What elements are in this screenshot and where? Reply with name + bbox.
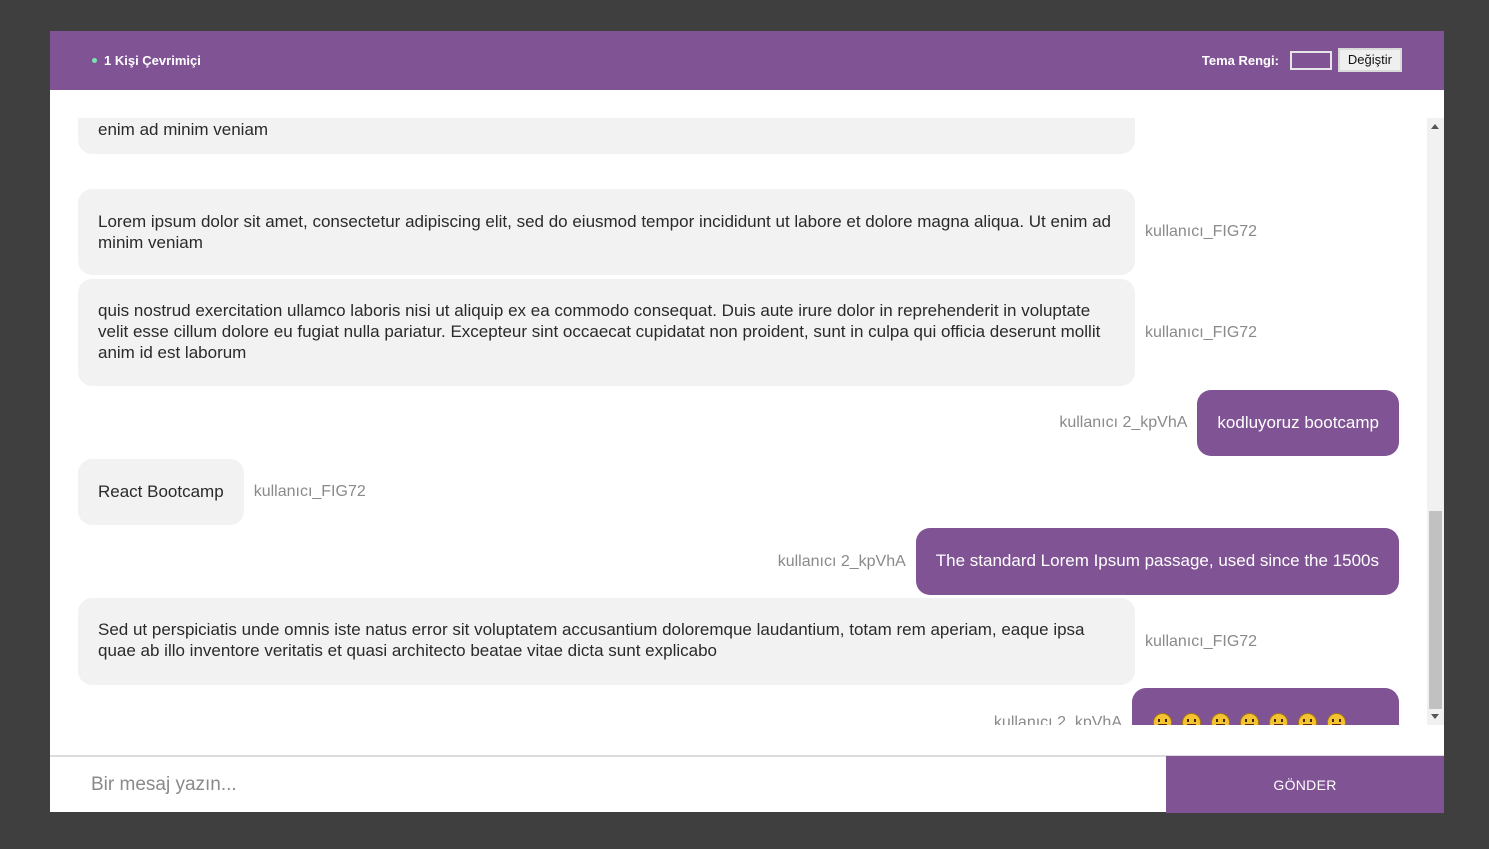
message-text: React Bootcamp — [98, 482, 224, 501]
message-username: kullanıcı_FIG72 — [253, 483, 366, 500]
chat-header: 1 Kişi Çevrimiçi Tema Rengi: Değiştir — [50, 31, 1444, 90]
joy-face-icon — [1327, 712, 1346, 725]
message-list[interactable]: enim ad minim veniam Lorem ipsum dolor s… — [50, 118, 1427, 725]
message-row: kullanıcı 2_kpVhA The standard Lorem Ips… — [778, 528, 1399, 595]
scroll-up-arrow-icon[interactable] — [1431, 124, 1439, 129]
message-input[interactable] — [50, 757, 1166, 812]
message-username: kullanıcı_FIG72 — [1145, 223, 1258, 240]
message-row: kullanıcı 2_kpVhA kodluyoruz bootcamp — [1059, 390, 1399, 456]
message-username: kullanıcı_FIG72 — [1145, 323, 1258, 341]
message-bubble: React Bootcamp — [78, 459, 244, 525]
sweat-smile-face-icon — [1298, 712, 1317, 725]
grinning-face-icon — [1153, 712, 1172, 725]
message-row: Sed ut perspiciatis unde omnis iste natu… — [78, 598, 1257, 685]
message-username: kullanıcı_FIG72 — [1145, 632, 1258, 650]
message-row: Lorem ipsum dolor sit amet, consectetur … — [78, 189, 1257, 275]
laughing-face-icon — [1269, 712, 1288, 725]
message-composer: GÖNDER — [50, 755, 1444, 813]
message-row: React Bootcamp kullanıcı_FIG72 — [78, 459, 366, 525]
smiley-face-icon — [1182, 712, 1201, 725]
message-text: enim ad minim veniam — [98, 120, 269, 139]
online-count-text: 1 Kişi Çevrimiçi — [104, 53, 201, 68]
send-button[interactable]: GÖNDER — [1166, 756, 1444, 813]
grin-face-icon — [1240, 712, 1259, 725]
message-text: Sed ut perspiciatis unde omnis iste natu… — [98, 620, 1085, 660]
message-bubble: enim ad minim veniam — [78, 118, 1135, 154]
message-username: kullanıcı 2_kpVhA — [777, 552, 906, 570]
change-theme-button[interactable]: Değiştir — [1337, 48, 1402, 72]
message-bubble: The standard Lorem Ipsum passage, used s… — [915, 528, 1399, 595]
message-text: Lorem ipsum dolor sit amet, consectetur … — [98, 212, 1111, 252]
message-row: quis nostrud exercitation ullamco labori… — [78, 279, 1257, 386]
message-username: kullanıcı 2_kpVhA — [993, 713, 1122, 726]
message-text: quis nostrud exercitation ullamco labori… — [98, 301, 1101, 362]
message-bubble: Sed ut perspiciatis unde omnis iste natu… — [78, 598, 1135, 685]
chat-app: 1 Kişi Çevrimiçi Tema Rengi: Değiştir en… — [50, 31, 1444, 813]
smile-face-icon — [1211, 712, 1230, 725]
online-status: 1 Kişi Çevrimiçi — [92, 53, 201, 68]
message-username: kullanıcı 2_kpVhA — [1059, 414, 1188, 431]
message-row: kullanıcı 2_kpVhA 😀 😃 😄 😁 😆 😅 😂 🤣 — [994, 688, 1399, 725]
message-bubble: quis nostrud exercitation ullamco labori… — [78, 279, 1135, 386]
message-bubble: Lorem ipsum dolor sit amet, consectetur … — [78, 189, 1135, 275]
theme-color-label: Tema Rengi: — [1201, 52, 1279, 68]
message-scrollbar[interactable] — [1427, 118, 1444, 725]
message-bubble: 😀 😃 😄 😁 😆 😅 😂 🤣 — [1132, 688, 1399, 725]
message-bubble: kodluyoruz bootcamp — [1197, 390, 1399, 456]
message-text: The standard Lorem Ipsum passage, used s… — [935, 551, 1379, 570]
message-row: enim ad minim veniam — [78, 118, 1135, 154]
theme-controls: Tema Rengi: Değiştir — [1202, 48, 1402, 72]
theme-color-picker[interactable] — [1289, 50, 1332, 70]
scroll-thumb[interactable] — [1429, 511, 1442, 709]
message-text: kodluyoruz bootcamp — [1217, 413, 1379, 432]
online-dot-icon — [92, 58, 97, 63]
scroll-down-arrow-icon[interactable] — [1431, 714, 1439, 719]
